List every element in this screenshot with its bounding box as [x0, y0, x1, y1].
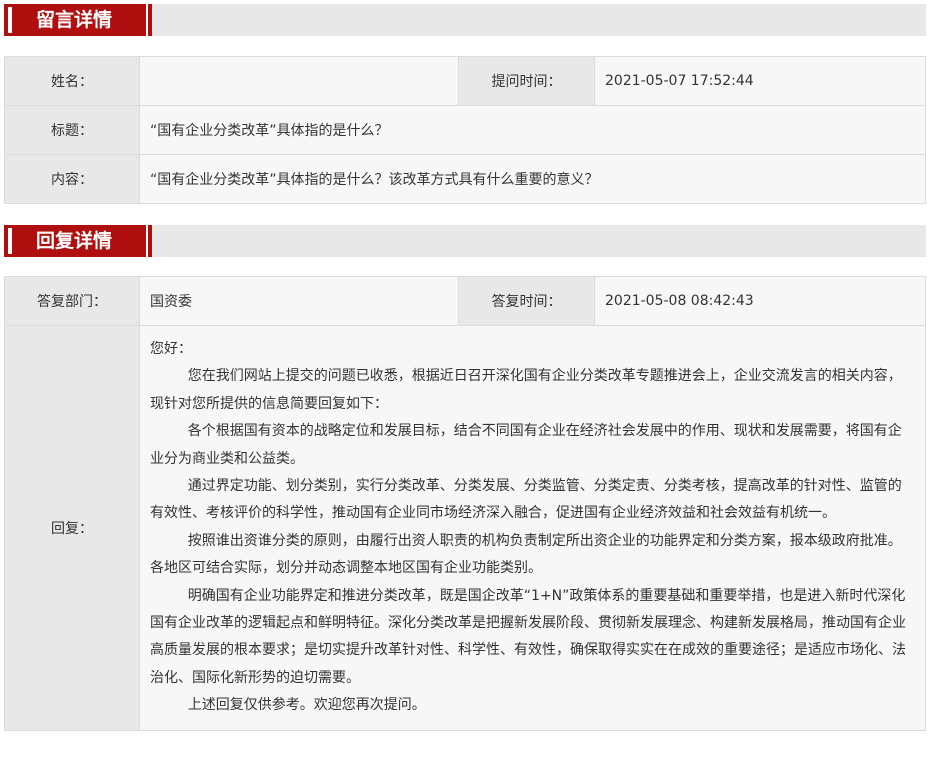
dept-label: 答复部门：	[4, 276, 140, 326]
dept-row: 答复部门： 国资委 答复时间： 2021-05-08 08:42:43	[4, 276, 926, 326]
content-value: “国有企业分类改革”具体指的是什么？该改革方式具有什么重要的意义？	[139, 154, 926, 204]
message-details-title: 留言详情	[4, 4, 152, 36]
reply-time-label: 答复时间：	[458, 276, 595, 326]
content-label: 内容：	[4, 154, 140, 204]
reply-details-title: 回复详情	[4, 225, 152, 257]
name-value	[139, 56, 459, 106]
message-details-table: 姓名： 提问时间： 2021-05-07 17:52:44 标题： “国有企业分…	[4, 56, 926, 204]
reply-label: 回复：	[4, 325, 140, 731]
reply-details-table: 答复部门： 国资委 答复时间： 2021-05-08 08:42:43 回复： …	[4, 276, 926, 731]
subject-row: 标题： “国有企业分类改革”具体指的是什么？	[4, 105, 926, 155]
reply-paragraph: 您在我们网站上提交的问题已收悉，根据近日召开深化国有企业分类改革专题推进会上，企…	[150, 368, 902, 412]
reply-paragraph: 上述回复仅供参考。欢迎您再次提问。	[187, 697, 426, 714]
reply-content: 您好： 您在我们网站上提交的问题已收悉，根据近日召开深化国有企业分类改革专题推进…	[139, 325, 926, 731]
reply-paragraph: 明确国有企业功能界定和推进分类改革，既是国企改革“1+N”政策体系的重要基础和重…	[150, 587, 906, 686]
reply-greeting: 您好：	[150, 341, 192, 357]
content-row: 内容： “国有企业分类改革”具体指的是什么？该改革方式具有什么重要的意义？	[4, 154, 926, 204]
ask-time-label: 提问时间：	[458, 56, 595, 106]
reply-paragraph: 通过界定功能、划分类别，实行分类改革、分类发展、分类监管、分类定责、分类考核，提…	[150, 478, 902, 522]
reply-row: 回复： 您好： 您在我们网站上提交的问题已收悉，根据近日召开深化国有企业分类改革…	[4, 325, 926, 731]
reply-paragraph: 按照谁出资谁分类的原则，由履行出资人职责的机构负责制定所出资企业的功能界定和分类…	[150, 532, 902, 577]
ask-time-value: 2021-05-07 17:52:44	[594, 56, 926, 106]
reply-time-value: 2021-05-08 08:42:43	[594, 276, 926, 326]
message-details-header: 留言详情	[4, 4, 926, 36]
reply-paragraph: 各个根据国有资本的战略定位和发展目标，结合不同国有企业在经济社会发展中的作用、现…	[150, 423, 902, 467]
name-row: 姓名： 提问时间： 2021-05-07 17:52:44	[4, 56, 926, 106]
subject-value: “国有企业分类改革”具体指的是什么？	[139, 105, 926, 155]
dept-value: 国资委	[139, 276, 459, 326]
name-label: 姓名：	[4, 56, 140, 106]
subject-label: 标题：	[4, 105, 140, 155]
reply-details-header: 回复详情	[4, 225, 926, 257]
